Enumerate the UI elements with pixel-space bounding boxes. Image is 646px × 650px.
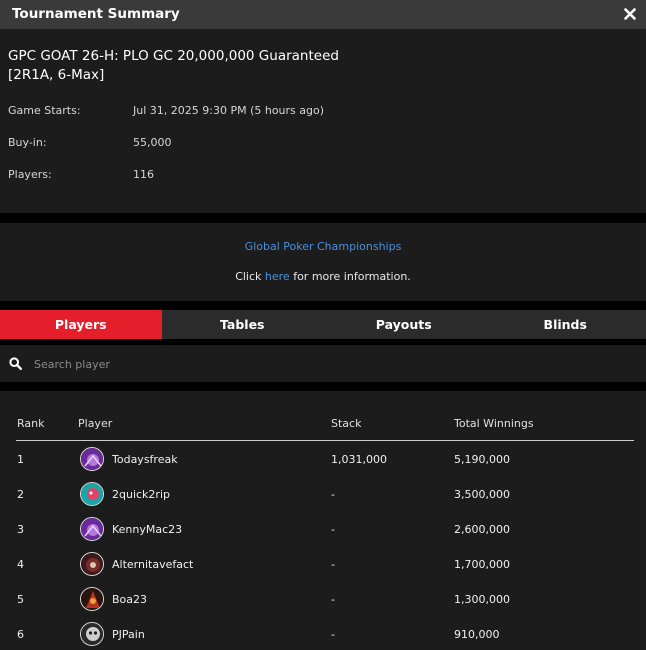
tournament-summary-panel: GPC GOAT 26-H: PLO GC 20,000,000 Guarant… xyxy=(0,29,646,213)
player-avatar xyxy=(80,587,104,611)
more-info-link[interactable]: here xyxy=(265,270,290,283)
table-header: Rank Player Stack Total Winnings xyxy=(16,391,634,441)
row-player-name: Alternitavefact xyxy=(112,558,194,571)
row-rank: 3 xyxy=(17,523,24,536)
row-winnings: 1,700,000 xyxy=(454,558,510,571)
row-winnings: 2,600,000 xyxy=(454,523,510,536)
table-row[interactable]: 2 2quick2rip - 3,500,000 xyxy=(16,477,634,512)
row-stack: - xyxy=(331,488,335,501)
row-stack: - xyxy=(331,593,335,606)
row-player-name: KennyMac23 xyxy=(112,523,183,536)
more-info-prefix: Click xyxy=(235,270,265,283)
header-stack[interactable]: Stack xyxy=(331,417,361,430)
more-info-text: Click here for more information. xyxy=(0,270,646,283)
tab-tables[interactable]: Tables xyxy=(162,310,324,339)
tournament-name: GPC GOAT 26-H: PLO GC 20,000,000 Guarant… xyxy=(8,47,408,85)
table-row[interactable]: 1 Todaysfreak 1,031,000 5,190,000 xyxy=(16,442,634,477)
player-avatar xyxy=(80,447,104,471)
row-player-name: PJPain xyxy=(112,628,145,641)
table-row[interactable]: 5 Boa23 - 1,300,000 xyxy=(16,582,634,617)
tournament-name-line2: [2R1A, 6-Max] xyxy=(8,67,105,83)
detail-value: Jul 31, 2025 9:30 PM (5 hours ago) xyxy=(133,104,325,117)
row-stack: - xyxy=(331,628,335,641)
table-row[interactable]: 3 KennyMac23 - 2,600,000 xyxy=(16,512,634,547)
tab-bar: Players Tables Payouts Blinds xyxy=(0,310,646,339)
row-player-name: Boa23 xyxy=(112,593,148,606)
detail-value: 55,000 xyxy=(133,136,172,149)
title-bar: Tournament Summary xyxy=(0,0,646,29)
site-name-link[interactable]: Global Poker Championships xyxy=(0,240,646,253)
row-rank: 4 xyxy=(17,558,24,571)
header-player[interactable]: Player xyxy=(78,417,112,430)
tab-blinds[interactable]: Blinds xyxy=(485,310,646,339)
row-winnings: 3,500,000 xyxy=(454,488,510,501)
detail-label: Buy-in: xyxy=(8,136,47,149)
row-stack: - xyxy=(331,523,335,536)
search-player-input[interactable] xyxy=(34,353,624,375)
info-panel: Global Poker Championships Click here fo… xyxy=(0,223,646,301)
player-avatar xyxy=(80,482,104,506)
detail-label: Game Starts: xyxy=(8,104,81,117)
detail-value: 116 xyxy=(133,168,154,181)
row-winnings: 1,300,000 xyxy=(454,593,510,606)
table-row[interactable]: 6 PJPain - 910,000 xyxy=(16,617,634,650)
row-rank: 2 xyxy=(17,488,24,501)
table-row[interactable]: 4 Alternitavefact - 1,700,000 xyxy=(16,547,634,582)
row-stack: 1,031,000 xyxy=(331,453,387,466)
player-avatar xyxy=(80,622,104,646)
more-info-suffix: for more information. xyxy=(289,270,411,283)
row-stack: - xyxy=(331,558,335,571)
player-avatar xyxy=(80,517,104,541)
tab-payouts[interactable]: Payouts xyxy=(323,310,485,339)
tab-players[interactable]: Players xyxy=(0,310,162,339)
row-winnings: 910,000 xyxy=(454,628,500,641)
header-total-winnings[interactable]: Total Winnings xyxy=(454,417,534,430)
row-player-name: 2quick2rip xyxy=(112,488,170,501)
tournament-name-line1: GPC GOAT 26-H: PLO GC 20,000,000 Guarant… xyxy=(8,48,339,64)
row-player-name: Todaysfreak xyxy=(112,453,178,466)
row-rank: 5 xyxy=(17,593,24,606)
row-rank: 6 xyxy=(17,628,24,641)
search-bar xyxy=(0,345,646,382)
window-title: Tournament Summary xyxy=(12,6,180,22)
players-table: Rank Player Stack Total Winnings 1 Today… xyxy=(0,391,646,650)
header-rank[interactable]: Rank xyxy=(17,417,44,430)
row-winnings: 5,190,000 xyxy=(454,453,510,466)
detail-label: Players: xyxy=(8,168,52,181)
close-icon[interactable] xyxy=(623,7,637,21)
row-rank: 1 xyxy=(17,453,24,466)
player-avatar xyxy=(80,552,104,576)
search-icon xyxy=(9,357,22,370)
